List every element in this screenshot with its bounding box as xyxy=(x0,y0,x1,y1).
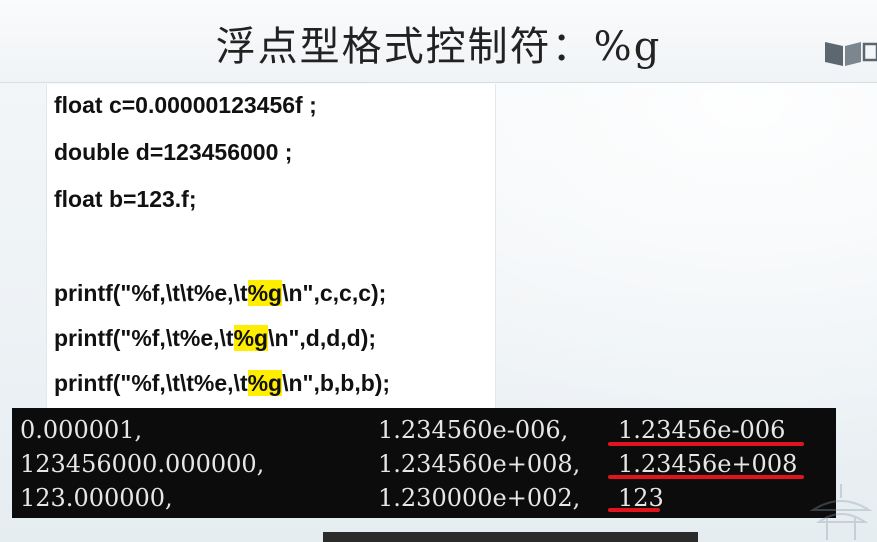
code-line-printf-b: printf("%f,\t\t%e,\t%g\n",b,b,b); xyxy=(54,370,390,397)
printf-d-prefix: printf("%f,\t%e,\t xyxy=(54,325,234,351)
subtitle-bar xyxy=(323,532,698,542)
printf-c-prefix: printf("%f,\t\t%e,\t xyxy=(54,280,248,306)
printf-b-suffix: \n",b,b,b); xyxy=(282,370,391,396)
console-cell: 1.23456e-006 xyxy=(618,416,786,444)
slide-title: 浮点型格式控制符：%g xyxy=(215,24,662,70)
code-line-double-d: double d=123456000 ; xyxy=(54,139,293,165)
code-line-printf-d: printf("%f,\t%e,\t%g\n",d,d,d); xyxy=(54,325,376,352)
printf-c-suffix: \n",c,c,c); xyxy=(282,280,387,306)
pavilion-watermark-icon xyxy=(809,484,873,540)
code-line-float-b: float b=123.f; xyxy=(54,186,197,212)
code-panel xyxy=(46,84,496,408)
console-cell: 123456000.000000, xyxy=(20,450,265,478)
code-line-printf-c: printf("%f,\t\t%e,\t%g\n",c,c,c); xyxy=(54,280,386,307)
printf-b-prefix: printf("%f,\t\t%e,\t xyxy=(54,370,248,396)
highlight-format-g: %g xyxy=(233,325,269,351)
console-cell: 1.23456e+008 xyxy=(618,450,798,478)
console-cell: 1.234560e-006, xyxy=(378,416,569,444)
red-underline xyxy=(608,508,660,512)
console-cell: 1.234560e+008, xyxy=(378,450,581,478)
red-underline xyxy=(608,475,804,479)
printf-d-suffix: \n",d,d,d); xyxy=(268,325,377,351)
console-cell: 123.000000, xyxy=(20,484,173,512)
console-cell: 0.000001, xyxy=(20,416,143,444)
code-line-float-c: float c=0.00000123456f ; xyxy=(54,92,317,118)
console-output: 0.000001, 1.234560e-006, 1.23456e-006 12… xyxy=(12,408,836,518)
console-cell: 1.230000e+002, xyxy=(378,484,581,512)
slide: 浮点型格式控制符：%g float c=0.00000123456f ; dou… xyxy=(0,0,877,542)
highlight-format-g: %g xyxy=(247,280,283,306)
book-logo-icon xyxy=(825,42,877,66)
red-underline xyxy=(608,442,804,446)
highlight-format-g: %g xyxy=(247,370,283,396)
